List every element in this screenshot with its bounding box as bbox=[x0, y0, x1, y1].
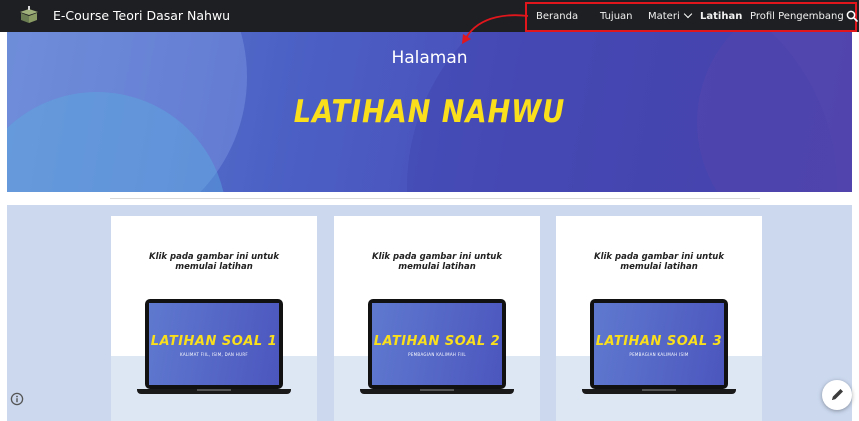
laptop-screen-title: LATIHAN SOAL 1 bbox=[150, 334, 278, 349]
card-caption-line-1: Klik pada gambar ini untuk bbox=[372, 252, 502, 262]
hero-subtitle: Halaman bbox=[391, 48, 468, 68]
search-icon[interactable] bbox=[846, 10, 858, 22]
laptop-screen: LATIHAN SOAL 3 PEMBAGIAN KALIMAH ISIM bbox=[594, 303, 724, 385]
laptop-screen-subtitle: KALIMAT FIIL, ISIM, DAN HURF bbox=[179, 352, 249, 357]
top-navigation-bar: E-Course Teori Dasar Nahwu Beranda Tujua… bbox=[0, 0, 859, 32]
card-caption: Klik pada gambar ini untuk memulai latih… bbox=[334, 252, 540, 272]
laptop-screen-title: LATIHAN SOAL 3 bbox=[595, 334, 723, 349]
nav-item-profil-pengembang[interactable]: Profil Pengembang bbox=[750, 11, 844, 22]
nav-item-beranda[interactable]: Beranda bbox=[536, 11, 578, 22]
card-caption-line-1: Klik pada gambar ini untuk bbox=[594, 252, 724, 262]
laptop-image[interactable]: LATIHAN SOAL 2 PEMBAGIAN KALIMAH FIIL bbox=[368, 299, 506, 389]
laptop-screen: LATIHAN SOAL 1 KALIMAT FIIL, ISIM, DAN H… bbox=[149, 303, 279, 385]
card-caption: Klik pada gambar ini untuk memulai latih… bbox=[111, 252, 317, 272]
laptop-notch bbox=[642, 389, 676, 391]
exercise-card-1[interactable]: Klik pada gambar ini untuk memulai latih… bbox=[111, 216, 317, 421]
laptop-screen-title: LATIHAN SOAL 2 bbox=[373, 334, 501, 349]
card-caption-line-2: memulai latihan bbox=[620, 262, 698, 272]
section-divider bbox=[110, 198, 760, 199]
info-icon[interactable] bbox=[10, 392, 24, 406]
laptop-screen: LATIHAN SOAL 2 PEMBAGIAN KALIMAH FIIL bbox=[372, 303, 502, 385]
laptop-image[interactable]: LATIHAN SOAL 3 PEMBAGIAN KALIMAH ISIM bbox=[590, 299, 728, 389]
chevron-down-icon bbox=[683, 9, 692, 19]
card-caption: Klik pada gambar ini untuk memulai latih… bbox=[556, 252, 762, 272]
nav-item-materi[interactable]: Materi bbox=[648, 9, 692, 22]
annotation-arrow-icon bbox=[462, 14, 529, 44]
edit-button[interactable] bbox=[822, 380, 852, 410]
hero-title: LATIHAN NAHWU bbox=[293, 94, 566, 130]
laptop-screen-subtitle: PEMBAGIAN KALIMAH FIIL bbox=[408, 352, 466, 357]
laptop-image[interactable]: LATIHAN SOAL 1 KALIMAT FIIL, ISIM, DAN H… bbox=[145, 299, 283, 389]
pencil-icon bbox=[832, 389, 843, 400]
exercise-card-3[interactable]: Klik pada gambar ini untuk memulai latih… bbox=[556, 216, 762, 421]
card-caption-line-2: memulai latihan bbox=[398, 262, 476, 272]
main-nav: Beranda Tujuan Materi Latihan Profil Pen… bbox=[0, 0, 859, 32]
hero-banner: Halaman LATIHAN NAHWU bbox=[7, 32, 852, 192]
nav-item-materi-label: Materi bbox=[648, 11, 680, 22]
laptop-screen-subtitle: PEMBAGIAN KALIMAH ISIM bbox=[629, 352, 689, 357]
laptop-notch bbox=[197, 389, 231, 391]
laptop-notch bbox=[420, 389, 454, 391]
card-caption-line-2: memulai latihan bbox=[175, 262, 253, 272]
card-caption-line-1: Klik pada gambar ini untuk bbox=[149, 252, 279, 262]
nav-item-tujuan[interactable]: Tujuan bbox=[600, 11, 633, 22]
nav-item-latihan[interactable]: Latihan bbox=[700, 11, 742, 22]
exercise-card-2[interactable]: Klik pada gambar ini untuk memulai latih… bbox=[334, 216, 540, 421]
